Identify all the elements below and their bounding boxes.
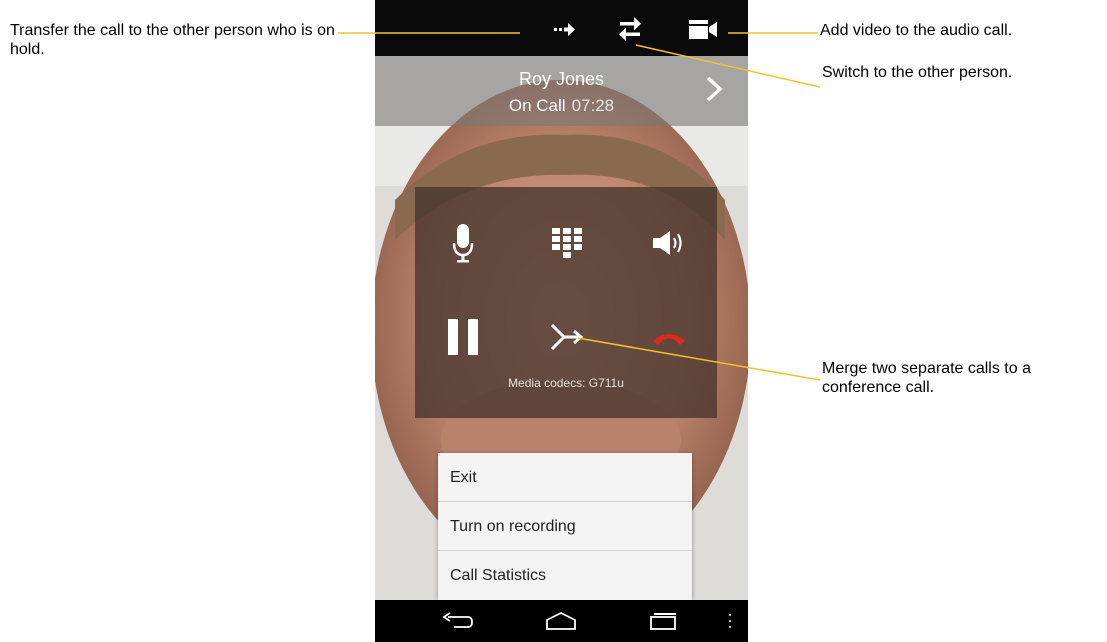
media-codecs: Media codecs: G711u [508,376,624,390]
home-button[interactable] [541,607,581,635]
system-nav-bar [375,600,748,642]
menu-item-exit[interactable]: Exit [438,453,692,502]
merge-icon [550,323,584,351]
speaker-button[interactable] [641,215,697,271]
more-icon [729,614,731,628]
back-button[interactable] [437,607,477,635]
home-icon [546,611,576,630]
chevron-right-icon[interactable] [702,74,726,104]
end-call-icon [653,334,685,345]
phone-screen: Roy Jones On Call 07:28 Media codecs: G7… [375,0,748,642]
annotation-switch: Switch to the other person. [822,64,1013,81]
recent-apps-icon [650,613,676,630]
transfer-icon [554,23,575,36]
call-toolbar [375,0,748,56]
call-status: On Call 07:28 [375,96,748,116]
end-call-button[interactable] [641,309,697,365]
keypad-button[interactable] [539,215,595,271]
mute-button[interactable] [435,215,491,271]
overflow-menu: Exit Turn on recording Call Statistics [438,453,692,600]
annotation-add-video: Add video to the audio call. [820,22,1013,39]
call-duration: 07:28 [571,96,615,115]
microphone-icon [452,224,474,263]
hold-button[interactable] [435,309,491,365]
add-video-button[interactable] [683,14,723,44]
video-icon [689,20,717,39]
switch-icon [619,17,641,41]
switch-call-button[interactable] [610,14,650,44]
transfer-button[interactable] [545,14,585,44]
menu-item-recording[interactable]: Turn on recording [438,502,692,551]
keypad-icon [552,228,582,258]
annotation-merge: Merge two separate calls to a conference… [822,360,1031,396]
merge-calls-button[interactable] [539,309,595,365]
menu-item-call-statistics[interactable]: Call Statistics [438,551,692,600]
annotation-transfer: Transfer the call to the other person wh… [10,22,335,58]
more-options-button[interactable] [720,607,740,635]
speaker-icon [653,231,682,255]
caller-info-bar: Roy Jones On Call 07:28 [375,56,748,126]
pause-icon [448,319,478,355]
recent-apps-button[interactable] [644,607,684,635]
call-controls-panel: Media codecs: G711u [415,187,717,418]
call-status-label: On Call [508,96,566,115]
caller-name: Roy Jones [518,69,605,89]
back-icon [442,612,473,628]
